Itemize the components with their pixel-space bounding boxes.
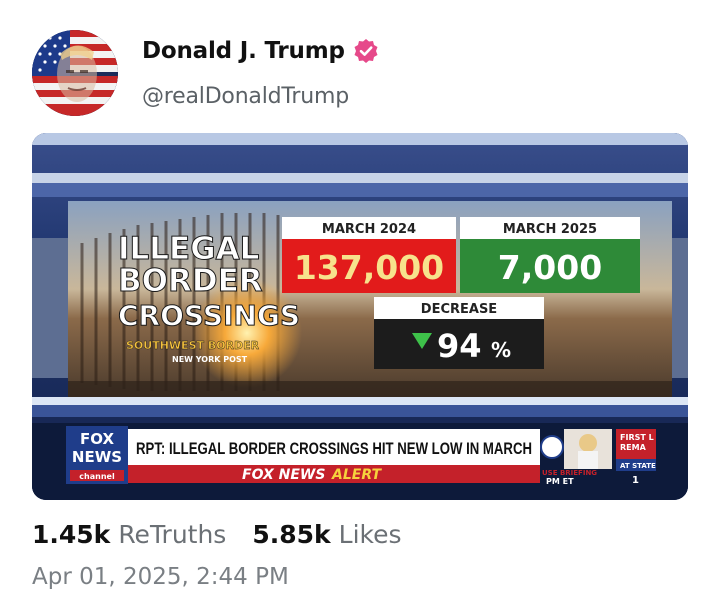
stat-box-march-2024: MARCH 2024 137,000: [282, 217, 456, 293]
logo-mid: NEWS: [72, 448, 122, 466]
avatar[interactable]: [32, 30, 118, 116]
box3-value: 94: [437, 327, 482, 365]
side-caption: USE BRIEFING: [542, 469, 597, 477]
title-line-2: BORDER: [118, 263, 263, 299]
news-broadcast-frame: ILLEGAL BORDER CROSSINGS SOUTHWEST BORDE…: [32, 133, 688, 500]
box3-unit: %: [491, 338, 511, 362]
post-timestamp[interactable]: Apr 01, 2025, 2:44 PM: [32, 564, 289, 590]
logo-top: FOX: [80, 430, 114, 448]
right-line-2: REMA: [620, 443, 647, 452]
ticker-headline: RPT: ILLEGAL BORDER CROSSINGS HIT NEW LO…: [136, 439, 532, 458]
box2-value: 7,000: [498, 248, 602, 287]
retruths-label[interactable]: ReTruths: [118, 520, 226, 549]
logo-bottom: channel: [79, 472, 115, 481]
likes-label[interactable]: Likes: [339, 520, 402, 549]
display-name[interactable]: Donald J. Trump: [142, 38, 345, 64]
flag-portrait-avatar: [32, 30, 118, 116]
stat-box-march-2025: MARCH 2025 7,000: [460, 217, 640, 293]
box2-label: MARCH 2025: [503, 222, 597, 237]
box1-label: MARCH 2024: [322, 222, 416, 237]
box1-value: 137,000: [294, 248, 444, 287]
right-line-1: FIRST L: [620, 433, 654, 442]
alert-brand: FOX NEWS: [242, 467, 325, 483]
side-time: PM ET: [546, 477, 574, 486]
verified-badge-icon: [354, 39, 378, 63]
post-stats: 1.45k ReTruths 5.85k Likes: [32, 520, 402, 549]
post-header: Donald J. Trump @realDonaldTrump: [32, 30, 692, 120]
likes-count[interactable]: 5.85k: [252, 520, 330, 549]
title-line-3: CROSSINGS: [118, 299, 300, 332]
box3-label: DECREASE: [421, 302, 497, 317]
handle[interactable]: @realDonaldTrump: [142, 84, 349, 109]
name-row: Donald J. Trump: [142, 38, 379, 64]
news-ticker: FOX NEWS channel RPT: ILLEGAL BORDER CRO…: [32, 423, 688, 500]
retruths-count[interactable]: 1.45k: [32, 520, 110, 549]
right-num: 1: [632, 475, 639, 486]
stat-box-decrease: DECREASE 94 %: [374, 297, 544, 369]
graphic-subtitle: SOUTHWEST BORDER: [126, 339, 260, 352]
post-media-image[interactable]: ILLEGAL BORDER CROSSINGS SOUTHWEST BORDE…: [32, 133, 688, 500]
right-line-3: AT STATE: [620, 462, 656, 470]
graphic-source: NEW YORK POST: [172, 355, 248, 364]
title-line-1: ILLEGAL: [118, 231, 259, 267]
alert-word: ALERT: [331, 467, 382, 483]
